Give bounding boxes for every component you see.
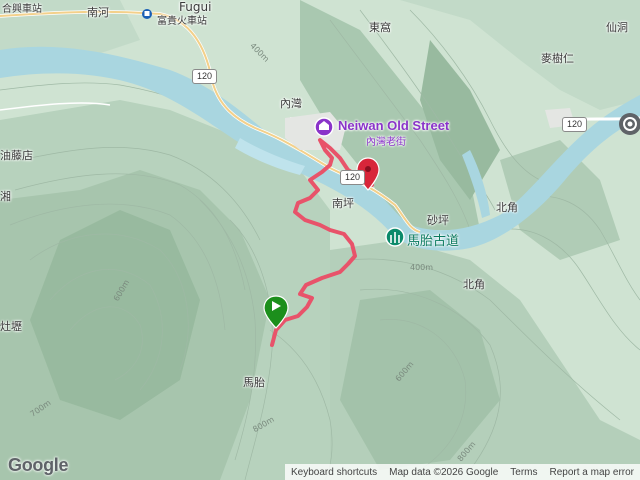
label-fugui-station: 富貴火車站 bbox=[157, 16, 207, 27]
google-logo: Google bbox=[8, 455, 69, 475]
poi-neiwan-en[interactable]: Neiwan Old Street bbox=[338, 118, 449, 133]
keyboard-shortcuts-link[interactable]: Keyboard shortcuts bbox=[285, 467, 383, 478]
my-location-button[interactable] bbox=[619, 113, 640, 135]
label-zaoba: 灶壢 bbox=[0, 320, 22, 333]
road-120-b: 120 bbox=[340, 170, 366, 185]
map-footer: Keyboard shortcuts Map data ©2026 Google… bbox=[284, 464, 640, 480]
label-matai: 馬胎 bbox=[243, 376, 265, 389]
matai-trail-marker[interactable] bbox=[385, 227, 405, 247]
label-xiandong: 仙洞 bbox=[606, 21, 628, 34]
crosshair-icon bbox=[623, 117, 637, 131]
terrain-map[interactable] bbox=[0, 0, 640, 480]
label-beijiao-1: 北角 bbox=[496, 201, 518, 214]
label-youtengdian: 油藤店 bbox=[0, 149, 33, 162]
report-error-link[interactable]: Report a map error bbox=[544, 467, 640, 478]
poi-neiwan-zh[interactable]: 內灣老街 bbox=[366, 133, 406, 148]
contour-label-400b: 400m bbox=[410, 263, 434, 272]
train-station-icon bbox=[142, 9, 152, 19]
neiwan-old-street-marker[interactable] bbox=[314, 117, 334, 137]
map-data-text: Map data ©2026 Google bbox=[389, 466, 499, 478]
label-hexing: 合興車站 bbox=[2, 4, 42, 15]
label-beijiao-2: 北角 bbox=[463, 278, 485, 291]
poi-matai-trail[interactable]: 馬胎古道 bbox=[407, 230, 459, 249]
road-120-a: 120 bbox=[192, 69, 218, 84]
terms-link[interactable]: Terms bbox=[504, 467, 543, 478]
label-nanping: 南坪 bbox=[332, 197, 354, 210]
label-nanhe: 南河 bbox=[87, 6, 109, 19]
road-120-c: 120 bbox=[562, 117, 588, 132]
label-shaping: 砂坪 bbox=[427, 214, 449, 227]
label-xiang: 湘 bbox=[0, 190, 11, 203]
label-maishuren: 麥樹仁 bbox=[541, 52, 574, 65]
label-neiwan: 內灣 bbox=[280, 97, 302, 110]
label-dongwo: 東窩 bbox=[369, 21, 391, 34]
